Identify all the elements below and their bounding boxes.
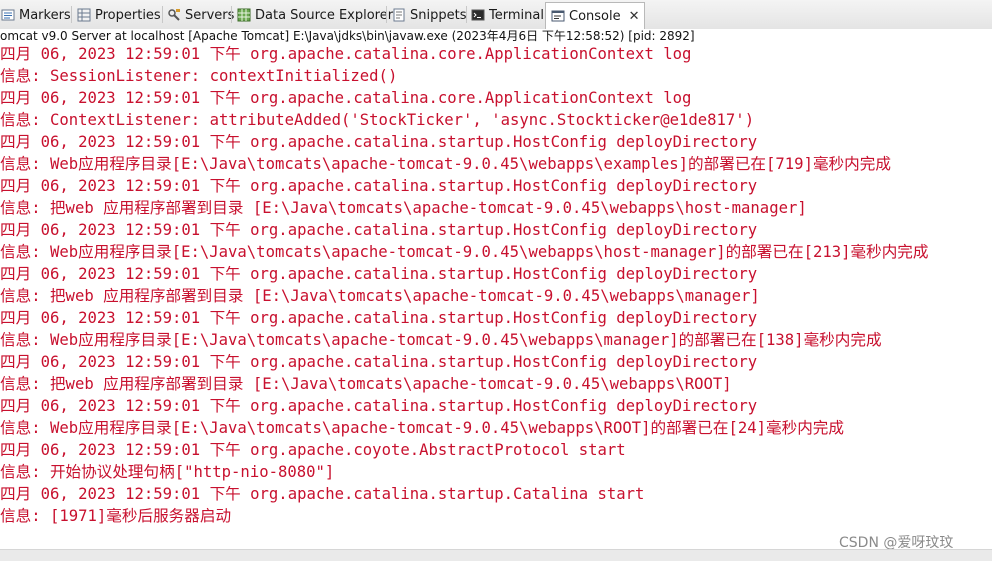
- console-line: 信息: Web应用程序目录[E:\Java\tomcats\apache-tom…: [0, 331, 882, 349]
- console-line: 四月 06, 2023 12:59:01 下午 org.apache.catal…: [0, 221, 758, 239]
- console-line: 信息: Web应用程序目录[E:\Java\tomcats\apache-tom…: [0, 419, 844, 437]
- tab-servers[interactable]: Servers: [166, 3, 234, 27]
- console-line: 四月 06, 2023 12:59:01 下午 org.apache.catal…: [0, 45, 692, 63]
- console-line: 信息: [1971]毫秒后服务器启动: [0, 507, 232, 525]
- tab-console[interactable]: Console ✕: [545, 2, 645, 29]
- console-line: 信息: 把web 应用程序部署到目录 [E:\Java\tomcats\apac…: [0, 375, 732, 393]
- tab-snippets[interactable]: Snippets: [391, 3, 466, 27]
- properties-icon: [76, 7, 92, 23]
- console-line: 四月 06, 2023 12:59:01 下午 org.apache.catal…: [0, 265, 758, 283]
- tab-terminal[interactable]: Terminal: [470, 3, 544, 27]
- tab-label-snippets: Snippets: [410, 7, 467, 23]
- tab-label-terminal: Terminal: [489, 7, 544, 23]
- tab-separator: [71, 6, 72, 23]
- tab-separator: [466, 6, 467, 23]
- console-line: 信息: SessionListener: contextInitialized(…: [0, 67, 398, 85]
- console-line: 信息: 把web 应用程序部署到目录 [E:\Java\tomcats\apac…: [0, 199, 807, 217]
- console-line: 四月 06, 2023 12:59:01 下午 org.apache.coyot…: [0, 441, 626, 459]
- console-line: 信息: Web应用程序目录[E:\Java\tomcats\apache-tom…: [0, 243, 929, 261]
- console-line: 信息: 开始协议处理句柄["http-nio-8080"]: [0, 463, 335, 481]
- markers-icon: [0, 7, 16, 23]
- console-line: 四月 06, 2023 12:59:01 下午 org.apache.catal…: [0, 177, 758, 195]
- console-line: 四月 06, 2023 12:59:01 下午 org.apache.catal…: [0, 485, 645, 503]
- close-icon[interactable]: ✕: [629, 9, 640, 24]
- tab-label-properties: Properties: [95, 7, 161, 23]
- console-icon: [550, 8, 566, 24]
- tab-separator: [386, 6, 387, 23]
- console-line: 四月 06, 2023 12:59:01 下午 org.apache.catal…: [0, 309, 758, 327]
- console-line: 信息: 把web 应用程序部署到目录 [E:\Java\tomcats\apac…: [0, 287, 760, 305]
- tab-separator: [162, 6, 163, 23]
- console-line: 四月 06, 2023 12:59:01 下午 org.apache.catal…: [0, 133, 758, 151]
- horizontal-scrollbar[interactable]: [0, 549, 992, 561]
- data-source-explorer-icon: [236, 7, 252, 23]
- tab-separator: [231, 6, 232, 23]
- snippets-icon: [391, 7, 407, 23]
- tab-label-servers: Servers: [185, 7, 235, 23]
- view-tab-bar: Markers Properties Servers Data Source E…: [0, 0, 992, 30]
- tab-data-source-explorer[interactable]: Data Source Explorer: [236, 3, 393, 27]
- console-line: 四月 06, 2023 12:59:01 下午 org.apache.catal…: [0, 397, 758, 415]
- tab-properties[interactable]: Properties: [76, 3, 161, 27]
- console-line: 四月 06, 2023 12:59:01 下午 org.apache.catal…: [0, 353, 758, 371]
- console-line: 信息: ContextListener: attributeAdded('Sto…: [0, 111, 755, 129]
- console-line: 信息: Web应用程序目录[E:\Java\tomcats\apache-tom…: [0, 155, 891, 173]
- tab-label-console: Console: [569, 8, 621, 24]
- servers-icon: [166, 7, 182, 23]
- console-output[interactable]: 四月 06, 2023 12:59:01 下午 org.apache.catal…: [0, 43, 992, 549]
- tab-label-data-source-explorer: Data Source Explorer: [255, 7, 394, 23]
- tab-label-markers: Markers: [19, 7, 71, 23]
- terminal-icon: [470, 7, 486, 23]
- tab-markers[interactable]: Markers: [0, 3, 71, 27]
- console-line: 四月 06, 2023 12:59:01 下午 org.apache.catal…: [0, 89, 692, 107]
